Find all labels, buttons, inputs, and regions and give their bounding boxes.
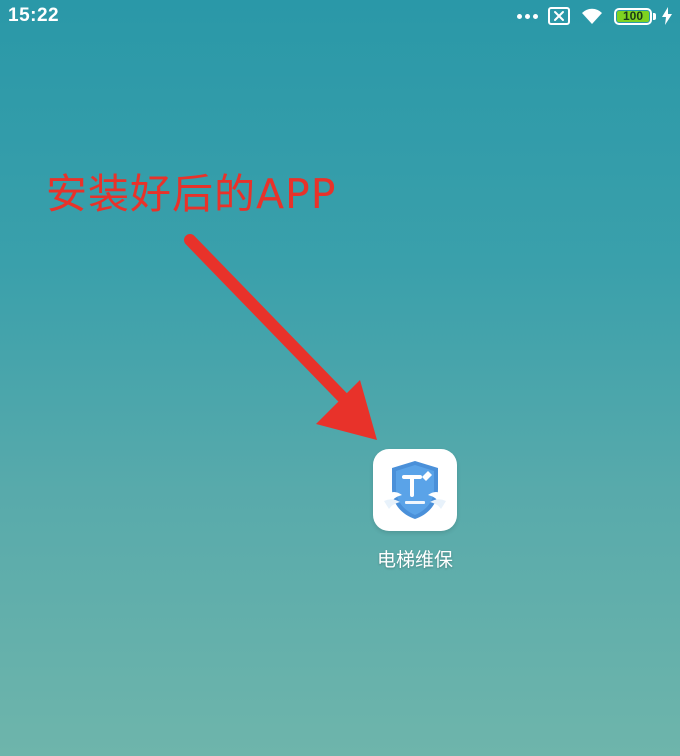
elevator-maintenance-shield-icon	[384, 461, 446, 519]
app-icon-elevator-maintenance[interactable]	[373, 449, 457, 531]
app-icon-tile[interactable]	[373, 449, 457, 531]
annotation-arrow-icon	[184, 234, 377, 440]
app-label: 电梯维保	[376, 549, 453, 571]
